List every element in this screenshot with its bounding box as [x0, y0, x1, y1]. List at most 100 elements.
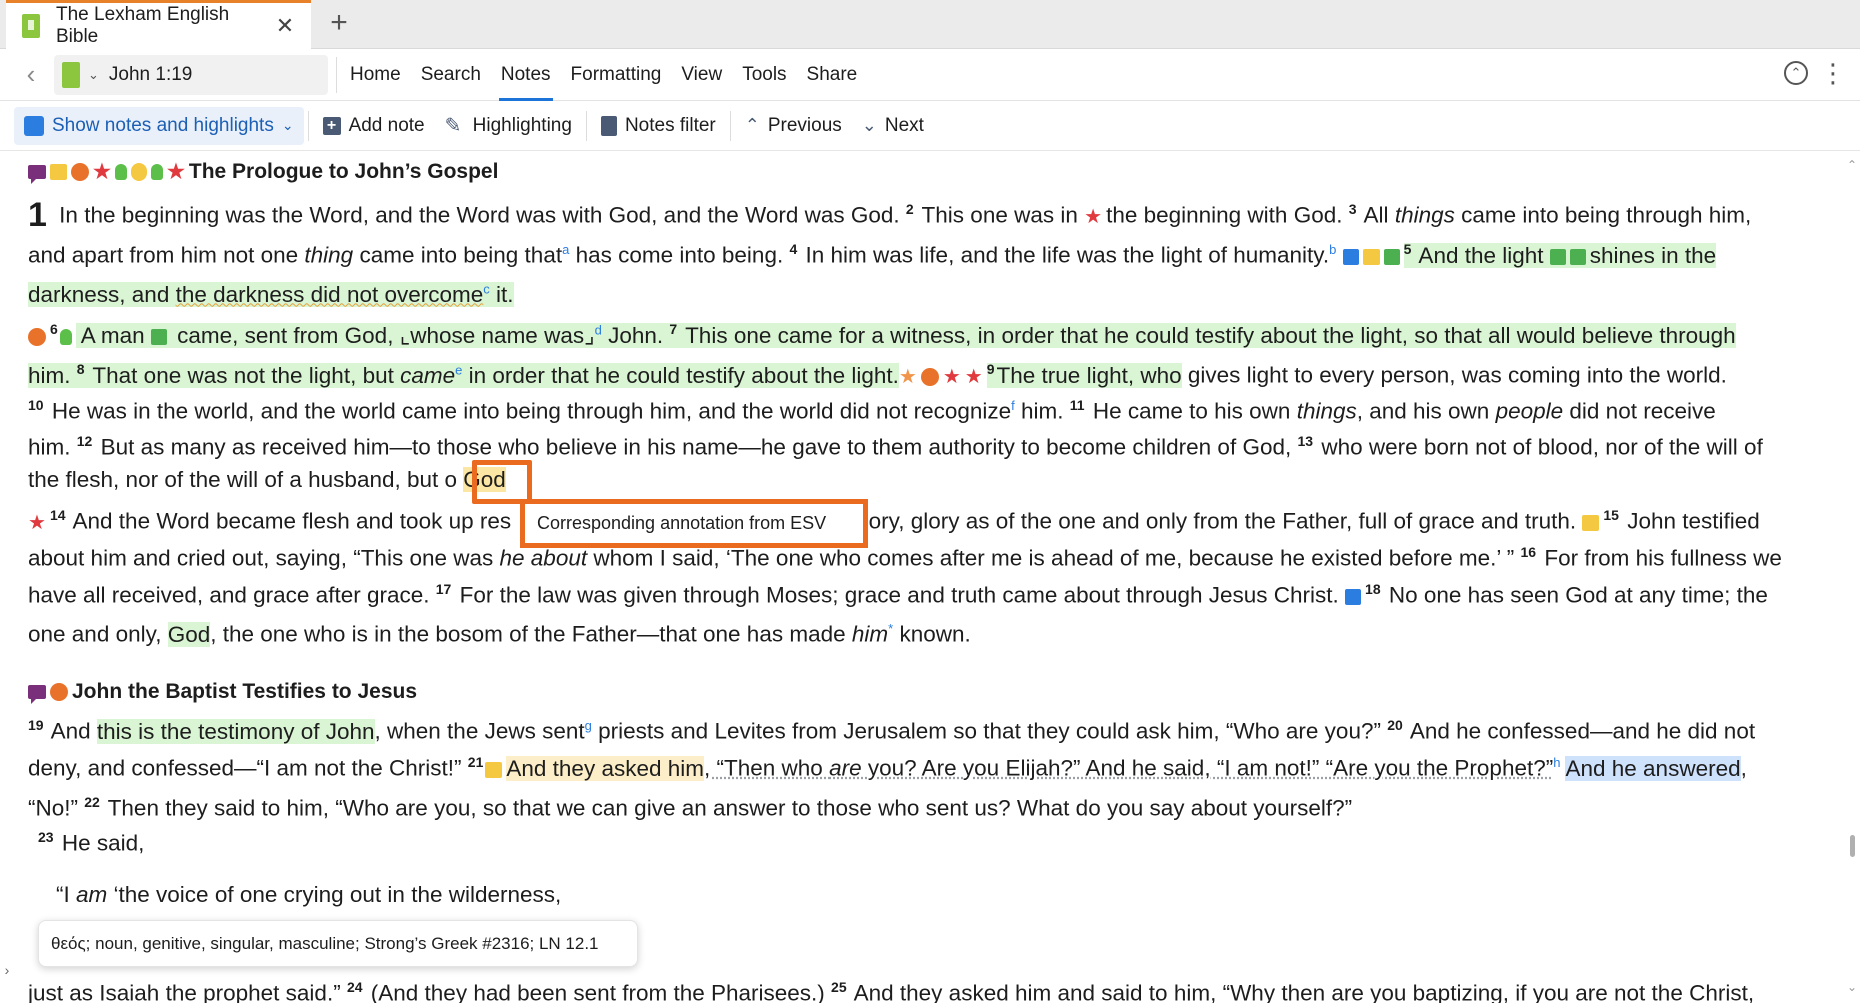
circle-marker-icon[interactable] — [71, 163, 89, 181]
star-marker-icon[interactable]: ★ — [1084, 207, 1102, 227]
footnote-link[interactable]: d — [595, 322, 602, 337]
footnote-link[interactable]: e — [455, 362, 462, 377]
verse-text: And they asked him — [506, 755, 704, 781]
add-tab-button[interactable]: + — [324, 8, 354, 38]
verse-number: 5 — [1403, 241, 1412, 257]
verse-text: has come into being. — [569, 242, 790, 268]
star-marker-icon[interactable]: ★ — [943, 367, 961, 387]
bulb-marker-icon[interactable] — [59, 328, 72, 345]
verse-text: deny, and confessed—“I am not the Christ… — [28, 755, 468, 781]
green-note-icon[interactable] — [1569, 248, 1586, 265]
menu-home[interactable]: Home — [340, 49, 411, 101]
verse-text: (And they had been sent from the Pharise… — [364, 980, 832, 1003]
green-note-icon[interactable] — [150, 328, 167, 345]
side-panel-arrow-icon[interactable]: › — [0, 958, 14, 982]
scroll-up-icon[interactable]: ⌃ — [1846, 158, 1858, 172]
star-marker-icon[interactable]: ★ — [28, 513, 46, 533]
verse-text: him. — [28, 362, 77, 388]
note-marker-icon[interactable] — [50, 164, 67, 180]
scrollbar[interactable] — [1844, 152, 1860, 1003]
notes-filter-button[interactable]: Notes filter — [591, 107, 726, 145]
menu-formatting[interactable]: Formatting — [561, 49, 672, 101]
add-note-button[interactable]: + Add note — [313, 107, 435, 145]
show-notes-button[interactable]: Show notes and highlights ⌄ — [14, 106, 304, 145]
verse-text: He came to his own — [1086, 398, 1297, 424]
next-button[interactable]: ⌄ Next — [852, 107, 934, 145]
verse-text: In the beginning was the Word, and the W… — [52, 202, 906, 228]
menu-view[interactable]: View — [671, 49, 732, 101]
menu-share[interactable]: Share — [797, 49, 868, 101]
verse-text: This one was in — [915, 202, 1085, 228]
comment-marker-icon[interactable] — [28, 165, 46, 184]
note-marker-icon[interactable] — [485, 761, 503, 778]
verse-text: the flesh, nor of the will of a husband,… — [28, 467, 458, 492]
footnote-link[interactable]: b — [1329, 242, 1336, 257]
bulb-marker-icon[interactable] — [150, 164, 163, 180]
back-icon[interactable]: ‹ — [18, 61, 44, 89]
blue-note-icon[interactable] — [1345, 588, 1362, 605]
star-marker-icon[interactable]: ★ — [93, 162, 111, 182]
verse-text: he about — [499, 545, 588, 571]
verse-text: came, sent from God, — [170, 322, 400, 348]
verse-text: in order that he could testify about the… — [468, 362, 899, 388]
star-marker-icon[interactable]: ★ — [899, 367, 917, 387]
verse-text: , and his own — [1356, 398, 1496, 424]
circle-marker-icon[interactable] — [50, 683, 68, 701]
previous-button[interactable]: ⌃ Previous — [735, 107, 852, 145]
bible-text-pane[interactable]: ★ ★ The Prologue to John’s Gospel 1 In t… — [0, 152, 1844, 1003]
heading-text: The Prologue to John’s Gospel — [188, 160, 499, 183]
scroll-down-icon[interactable]: ⌄ — [1846, 980, 1858, 994]
verse-text: known. — [893, 621, 971, 647]
green-note-icon[interactable] — [1549, 248, 1566, 265]
tab-lexham-english-bible[interactable]: The Lexham English Bible ✕ — [6, 0, 311, 49]
menu-notes[interactable]: Notes — [491, 49, 561, 101]
text-line: 19 And this is the testimony of John, wh… — [28, 710, 1755, 747]
highlighting-button[interactable]: ✎ Highlighting — [435, 107, 582, 145]
verse-text: This one came for a witness, in order th… — [679, 322, 1736, 348]
reference-text[interactable]: John 1:19 — [109, 64, 192, 86]
kebab-icon[interactable]: ⋮ — [1820, 59, 1846, 89]
text-line: 1 In the beginning was the Word, and the… — [28, 194, 1752, 232]
scrollbar-thumb[interactable] — [1850, 835, 1855, 857]
focus-highlight-god — [472, 460, 532, 504]
close-icon[interactable]: ✕ — [273, 13, 297, 39]
verse-text: gives light to every person, was coming … — [1181, 362, 1727, 388]
verse-text: Then they said to him, “Who are you, so … — [101, 795, 1353, 821]
text-line: have all received, and grace after grace… — [28, 574, 1768, 611]
reference-box[interactable]: ⌄ John 1:19 — [54, 55, 328, 95]
verse-number: 10 — [28, 397, 44, 413]
chevron-down-icon[interactable]: ⌄ — [88, 67, 99, 83]
verse-text: one and only, — [28, 621, 168, 647]
filter-icon — [600, 115, 617, 136]
circle-marker-icon[interactable] — [920, 367, 939, 386]
notes-icon — [24, 111, 48, 136]
notes-toolbar: Show notes and highlights ⌄ + Add note ✎… — [0, 101, 1860, 151]
note-marker-icon[interactable] — [1362, 248, 1380, 265]
lemon-marker-icon[interactable] — [130, 163, 147, 181]
star-marker-icon[interactable]: ★ — [167, 162, 185, 182]
note-marker-icon[interactable] — [1582, 514, 1600, 531]
verse-text: And he answered — [1565, 755, 1741, 781]
verse-number: 18 — [1365, 581, 1381, 597]
menu-tools[interactable]: Tools — [732, 49, 796, 101]
chevron-down-icon: ⌄ — [281, 117, 294, 133]
chevron-down-icon: ⌄ — [861, 115, 877, 135]
footnote-link[interactable]: g — [585, 718, 592, 733]
notes-filter-label: Notes filter — [624, 114, 716, 136]
verse-text: In him was life, and the life was the li… — [799, 242, 1330, 268]
circle-up-icon[interactable]: ⌃ — [1784, 61, 1808, 85]
text-line: him. 8 That one was not the light, but c… — [28, 354, 1727, 391]
comment-marker-icon[interactable] — [28, 685, 46, 704]
verse-text: thing — [304, 242, 354, 268]
star-marker-icon[interactable]: ★ — [965, 367, 983, 387]
text-line: one and only, God, the one who is in the… — [28, 614, 971, 650]
circle-marker-icon[interactable] — [28, 327, 46, 346]
verse-text: came into being through him, — [1454, 202, 1752, 228]
verse-text: things — [1394, 202, 1455, 228]
blue-note-icon[interactable] — [1342, 248, 1359, 265]
green-note-icon[interactable] — [1383, 248, 1400, 265]
bulb-marker-icon[interactable] — [114, 164, 127, 180]
verse-text: A man — [75, 322, 151, 348]
menu-search[interactable]: Search — [411, 49, 491, 101]
verse-number: 15 — [1603, 507, 1619, 523]
